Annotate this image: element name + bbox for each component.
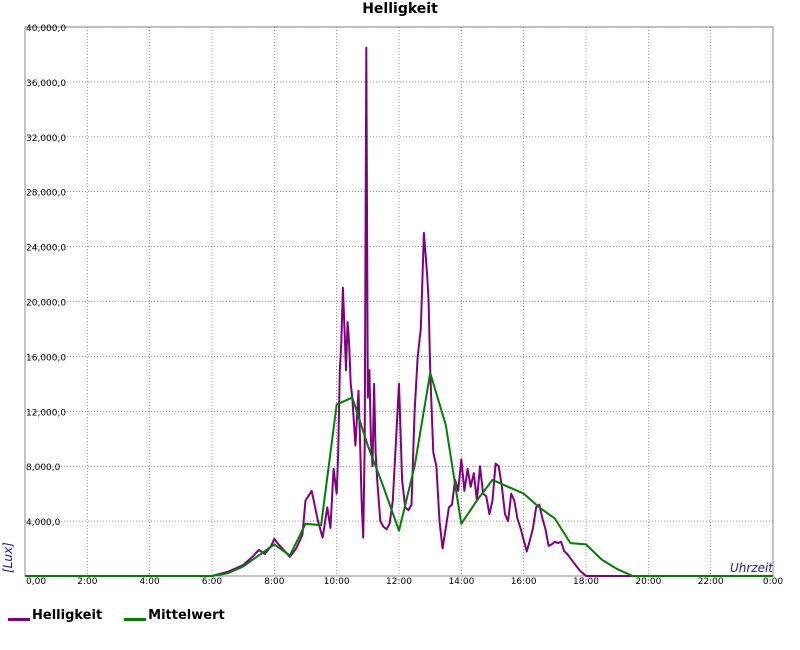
legend-item-mittelwert: Mittelwert [124,608,225,623]
x-tick-label: 0,00 [26,577,46,587]
grid [24,26,774,577]
y-tick-label: 20,000,0 [26,299,66,309]
y-tick-label: 16,000,0 [26,353,66,363]
y-tick-label: 4,000,0 [26,518,61,528]
x-tick-label: 18:00 [573,577,599,587]
x-tick-label: 4:00 [140,577,160,587]
y-tick-label: 8,000,0 [26,463,61,473]
x-tick-label: 22:00 [698,577,724,587]
y-tick-label: 40,000,0 [26,24,66,34]
y-tick-label: 12,000,0 [26,408,66,418]
y-tick-label: 24,000,0 [26,244,66,254]
y-tick-label: 36,000,0 [26,79,66,89]
legend-label-mittelwert: Mittelwert [148,608,225,623]
legend-label-helligkeit: Helligkeit [32,608,103,623]
y-axis-ticks: 4,000,0 8,000,0 12,000,0 16,000,0 20,000,0 24… [26,24,66,528]
chart-title: Helligkeit [362,1,438,17]
x-tick-label: 12:00 [386,577,412,587]
y-tick-label: 32,000,0 [26,134,66,144]
x-tick-label: 10:00 [324,577,350,587]
legend-item-helligkeit: Helligkeit [8,608,102,623]
plot-frame [24,26,774,577]
legend-swatch-helligkeit [8,618,30,621]
legend-swatch-mittelwert [124,618,147,621]
x-axis-ticks: 0,00 2:00 4:00 6:00 8:00 10:00 12:00 14:00 16:00… [26,577,783,587]
x-tick-label: 8:00 [264,577,284,587]
x-tick-label: 6:00 [202,577,222,587]
x-tick-label: 20:00 [635,577,661,587]
x-tick-label: 14:00 [448,577,474,587]
legend: Helligkeit Mittelwert [8,608,225,623]
x-tick-label: 2:00 [77,577,97,587]
x-tick-label: 16:00 [511,577,537,587]
x-axis-label: Uhrzeit [730,561,774,575]
y-axis-label: [Lux] [1,542,15,573]
chart-canvas: Helligkeit 4,000,0 8,000,0 12,000,0 16,000,… [1,1,783,587]
y-tick-label: 28,000,0 [26,189,66,199]
x-tick-label: 0:00 [763,577,783,587]
